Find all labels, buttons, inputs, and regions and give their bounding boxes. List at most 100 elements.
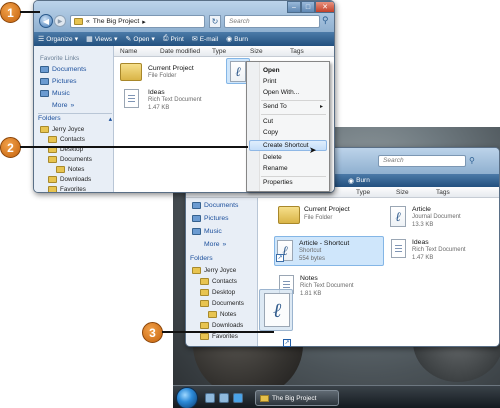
column-tags[interactable]: Tags bbox=[290, 48, 304, 55]
menu-item-rename[interactable]: Rename bbox=[263, 165, 288, 172]
menu-item-print[interactable]: Print bbox=[263, 78, 276, 85]
maximize-button[interactable]: □ bbox=[301, 1, 315, 13]
more-label: More bbox=[204, 241, 220, 248]
front-window-titlebar: – □ ✕ ◀ ▶ « The Big Project ▸ ↻ Search ⚲ bbox=[34, 1, 334, 32]
folder-icon bbox=[278, 206, 300, 224]
menu-item-cut[interactable]: Cut bbox=[263, 118, 273, 125]
menu-item-open[interactable]: Open bbox=[263, 67, 280, 74]
tree-item-jerry-joyce[interactable]: Jerry Joyce bbox=[40, 126, 84, 133]
journal-document-icon: ℓ bbox=[390, 206, 406, 227]
favorite-pictures[interactable]: Pictures bbox=[192, 215, 229, 222]
favorite-music[interactable]: Music bbox=[192, 228, 222, 235]
file-item-ideas[interactable]: Ideas Rich Text Document 1.47 KB bbox=[122, 87, 222, 115]
open-button[interactable]: ✎ Open ▾ bbox=[122, 32, 159, 46]
tree-item-notes[interactable]: Notes bbox=[208, 311, 236, 318]
dragged-shortcut-ghost[interactable]: ℓ bbox=[259, 289, 293, 331]
tree-item-favorites[interactable]: Favorites bbox=[200, 333, 238, 340]
start-button[interactable] bbox=[176, 387, 198, 408]
callout-3: 3 bbox=[142, 322, 163, 343]
internet-explorer-icon[interactable] bbox=[233, 393, 243, 403]
taskbar-button-the-big-project[interactable]: The Big Project bbox=[255, 390, 339, 406]
organize-menu[interactable]: ☰ Organize ▾ bbox=[34, 32, 82, 46]
column-type[interactable]: Type bbox=[212, 48, 226, 55]
burn-label: Burn bbox=[356, 177, 370, 184]
front-window-nav-pane: Favorite Links Documents Pictures Music … bbox=[34, 46, 114, 192]
refresh-button[interactable]: ↻ bbox=[209, 15, 221, 28]
file-size: 554 bytes bbox=[299, 256, 326, 262]
file-item-article[interactable]: ℓ Article Journal Document 13.3 KB bbox=[390, 204, 490, 232]
tree-item-contacts[interactable]: Contacts bbox=[200, 278, 237, 285]
search-icon[interactable]: ⚲ bbox=[469, 156, 475, 165]
mail-icon: ✉ bbox=[191, 36, 198, 43]
burn-button[interactable]: ◉ Burn bbox=[222, 32, 252, 46]
forward-button[interactable]: ▶ bbox=[54, 15, 66, 27]
column-name[interactable]: Name bbox=[120, 48, 137, 55]
tree-item-desktop[interactable]: Desktop bbox=[200, 289, 235, 296]
minimize-button[interactable]: – bbox=[287, 1, 301, 13]
file-item-ideas[interactable]: Ideas Rich Text Document 1.47 KB bbox=[390, 236, 490, 264]
tree-item-downloads[interactable]: Downloads bbox=[48, 176, 91, 183]
search-input[interactable]: Search bbox=[224, 15, 320, 28]
tree-label: Jerry Joyce bbox=[52, 126, 85, 133]
file-item-notes[interactable]: Notes Rich Text Document 1.81 KB bbox=[278, 272, 378, 300]
organize-label: Organize bbox=[46, 35, 73, 43]
burn-button[interactable]: ◉ Burn bbox=[344, 174, 374, 187]
close-button[interactable]: ✕ bbox=[315, 1, 334, 13]
breadcrumb[interactable]: The Big Project bbox=[93, 18, 139, 25]
document-icon bbox=[391, 239, 406, 258]
favorite-pictures[interactable]: Pictures bbox=[40, 78, 77, 85]
tree-item-favorites[interactable]: Favorites bbox=[48, 186, 86, 192]
address-bar[interactable]: « The Big Project ▸ bbox=[70, 15, 205, 28]
folders-heading[interactable]: Folders bbox=[190, 255, 213, 262]
document-icon bbox=[124, 89, 139, 108]
folders-heading[interactable]: Folders ▴ bbox=[38, 113, 112, 123]
favorite-label: Documents bbox=[204, 202, 239, 209]
tree-label: Contacts bbox=[60, 136, 85, 143]
column-date-modified[interactable]: Date modified bbox=[160, 48, 200, 55]
menu-item-create-shortcut[interactable]: Create Shortcut bbox=[263, 142, 309, 149]
tree-item-documents[interactable]: Documents bbox=[48, 156, 92, 163]
file-type: Rich Text Document bbox=[148, 97, 202, 103]
chevron-down-icon: ▾ bbox=[151, 36, 155, 43]
menu-separator bbox=[261, 176, 326, 177]
folder-icon bbox=[208, 311, 217, 318]
tree-item-contacts[interactable]: Contacts bbox=[48, 136, 85, 143]
disc-icon: ◉ bbox=[348, 177, 355, 185]
tree-item-jerry-joyce[interactable]: Jerry Joyce bbox=[192, 267, 236, 274]
menu-item-copy[interactable]: Copy bbox=[263, 129, 278, 136]
file-size: 1.47 KB bbox=[148, 105, 170, 111]
chevron-right-icon: » bbox=[70, 102, 75, 109]
file-item-article-shortcut[interactable]: ℓ ↗ Article - Shortcut Shortcut 554 byte… bbox=[274, 236, 384, 266]
show-desktop-icon[interactable] bbox=[205, 393, 215, 403]
more-link[interactable]: More» bbox=[52, 102, 74, 109]
folder-icon bbox=[200, 300, 209, 307]
tree-item-notes[interactable]: Notes bbox=[56, 166, 84, 173]
favorite-documents[interactable]: Documents bbox=[192, 202, 238, 209]
tree-item-documents[interactable]: Documents bbox=[200, 300, 244, 307]
email-button[interactable]: ✉ E-mail bbox=[188, 32, 222, 46]
views-label: Views bbox=[94, 35, 113, 43]
search-icon[interactable]: ⚲ bbox=[322, 15, 329, 26]
column-size[interactable]: Size bbox=[250, 48, 263, 55]
column-size[interactable]: Size bbox=[396, 189, 409, 196]
column-type[interactable]: Type bbox=[356, 189, 370, 196]
more-link[interactable]: More» bbox=[204, 241, 226, 248]
file-name: Article - Shortcut bbox=[299, 240, 350, 247]
menu-item-delete[interactable]: Delete bbox=[263, 154, 282, 161]
views-menu[interactable]: ▦ Views ▾ bbox=[82, 32, 121, 46]
tree-label: Notes bbox=[220, 311, 237, 318]
back-button[interactable]: ◀ bbox=[39, 14, 53, 28]
favorite-music[interactable]: Music bbox=[40, 90, 70, 97]
column-tags[interactable]: Tags bbox=[436, 189, 450, 196]
back-window-search-box[interactable]: Search bbox=[378, 155, 466, 167]
menu-item-properties[interactable]: Properties bbox=[263, 179, 293, 186]
file-item-current-project[interactable]: Current Project File Folder bbox=[120, 61, 220, 85]
menu-item-open-with[interactable]: Open With... bbox=[263, 89, 299, 96]
file-type: File Folder bbox=[148, 73, 177, 79]
file-item-current-project[interactable]: Current Project File Folder bbox=[278, 204, 358, 228]
switch-windows-icon[interactable] bbox=[219, 393, 229, 403]
tree-item-downloads[interactable]: Downloads bbox=[200, 322, 243, 329]
print-button[interactable]: ⎙ Print bbox=[159, 32, 188, 46]
favorite-documents[interactable]: Documents bbox=[40, 66, 86, 73]
menu-item-send-to[interactable]: Send To bbox=[263, 103, 287, 110]
